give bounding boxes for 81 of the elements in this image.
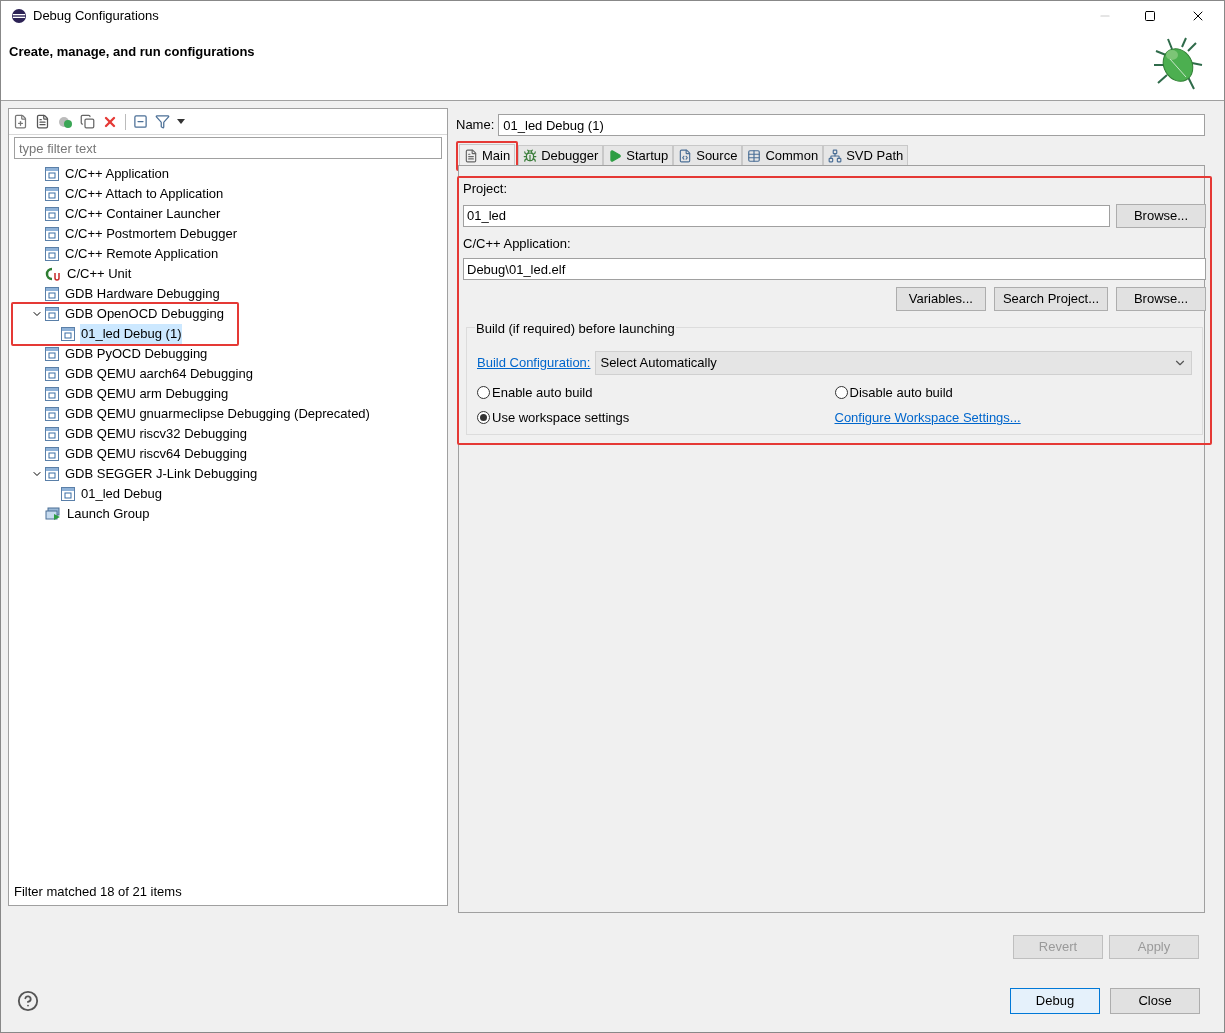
build-configuration-select[interactable]: Select Automatically xyxy=(595,350,1192,375)
bug-icon xyxy=(523,148,538,163)
tab[interactable]: Common xyxy=(742,145,824,165)
unit-test-icon xyxy=(45,267,61,281)
dropdown-caret-icon[interactable] xyxy=(177,119,185,124)
build-configuration-link[interactable]: Build Configuration: xyxy=(477,352,591,373)
config-icon xyxy=(61,487,75,501)
filter-status: Filter matched 18 of 21 items xyxy=(13,882,183,901)
application-field[interactable]: Debug\01_led.elf xyxy=(463,258,1206,280)
document-icon xyxy=(464,148,478,163)
tree-item[interactable]: GDB QEMU aarch64 Debugging xyxy=(64,364,254,384)
config-icon xyxy=(45,187,59,201)
table-icon xyxy=(747,148,762,163)
tree-item[interactable]: GDB SEGGER J-Link Debugging xyxy=(64,464,259,484)
config-icon xyxy=(61,327,75,341)
tree-item[interactable]: 01_led Debug xyxy=(80,484,163,504)
maximize-icon[interactable] xyxy=(1144,10,1156,22)
tree-item[interactable]: GDB QEMU arm Debugging xyxy=(64,384,230,404)
dialog-button[interactable]: Debug xyxy=(1010,988,1100,1014)
new-file-icon[interactable] xyxy=(13,114,28,129)
dialog-button[interactable]: Browse... xyxy=(1116,287,1206,311)
config-icon xyxy=(45,447,59,461)
tree-item[interactable]: C/C++ Remote Application xyxy=(64,244,220,264)
radio-label[interactable]: Disable auto build xyxy=(849,382,953,402)
duplicate-icon[interactable] xyxy=(80,114,95,129)
config-icon xyxy=(45,207,59,221)
tree-item[interactable]: GDB QEMU riscv64 Debugging xyxy=(64,444,249,464)
config-icon xyxy=(45,307,59,321)
tab[interactable]: Startup xyxy=(603,145,674,165)
name-field[interactable]: 01_led Debug (1) xyxy=(498,114,1205,136)
config-icon xyxy=(45,167,59,181)
source-icon xyxy=(678,148,693,163)
application-label: C/C++ Application: xyxy=(463,234,572,253)
config-icon xyxy=(45,247,59,261)
dialog-subtitle: Create, manage, and run configurations xyxy=(9,43,255,61)
tab[interactable]: Source xyxy=(673,145,743,165)
tree-item[interactable]: C/C++ Postmortem Debugger xyxy=(64,224,238,244)
tree-item[interactable]: GDB QEMU riscv32 Debugging xyxy=(64,424,249,444)
tree-item[interactable]: GDB OpenOCD Debugging xyxy=(64,304,225,324)
tree-item[interactable]: GDB Hardware Debugging xyxy=(64,284,221,304)
eclipse-logo-icon xyxy=(11,8,27,24)
play-icon xyxy=(608,148,623,163)
radio-label[interactable]: Use workspace settings xyxy=(492,408,630,428)
collapse-all-icon[interactable] xyxy=(133,114,148,129)
radio-button[interactable] xyxy=(477,385,490,399)
tab[interactable]: Main xyxy=(459,144,516,166)
dialog-button[interactable]: Close xyxy=(1110,988,1200,1014)
help-icon[interactable] xyxy=(17,990,39,1012)
radio-label[interactable]: Enable auto build xyxy=(492,382,593,402)
configure-workspace-link[interactable]: Configure Workspace Settings... xyxy=(834,408,1192,428)
dialog-button[interactable]: Variables... xyxy=(895,287,986,311)
tree-item[interactable]: Launch Group xyxy=(66,504,151,524)
config-icon xyxy=(45,367,59,381)
config-icon xyxy=(45,467,59,481)
config-icon xyxy=(45,407,59,421)
tree-item[interactable]: GDB QEMU gnuarmeclipse Debugging (Deprecated) xyxy=(64,404,371,424)
config-icon xyxy=(45,427,59,441)
tab[interactable]: SVD Path xyxy=(823,145,909,165)
tab[interactable]: Debugger xyxy=(518,145,604,165)
tree-item[interactable]: C/C++ Attach to Application xyxy=(64,184,225,204)
tree-item[interactable]: 01_led Debug (1) xyxy=(80,324,183,344)
tree-structure-icon xyxy=(828,148,843,163)
config-icon xyxy=(45,287,59,301)
project-field[interactable]: 01_led xyxy=(463,204,1110,227)
tree-item[interactable]: C/C++ Application xyxy=(64,164,171,184)
tree-item[interactable]: C/C++ Container Launcher xyxy=(64,204,222,224)
dialog-button[interactable]: Browse... xyxy=(1116,203,1206,228)
config-icon xyxy=(45,227,59,241)
dialog-button[interactable]: Search Project... xyxy=(993,287,1108,311)
filter-field[interactable]: type filter text xyxy=(14,137,442,159)
window-title: Debug Configurations xyxy=(33,7,159,26)
filter-icon[interactable] xyxy=(155,114,170,129)
tree-item[interactable]: C/C++ Unit xyxy=(66,264,133,284)
config-icon xyxy=(45,347,59,361)
radio-button[interactable] xyxy=(477,411,490,425)
project-label: Project: xyxy=(463,180,509,198)
config-icon xyxy=(45,387,59,401)
tree-item[interactable]: GDB PyOCD Debugging xyxy=(64,344,209,364)
radio-button[interactable] xyxy=(834,385,848,399)
launch-group-icon xyxy=(45,507,61,521)
name-label: Name: xyxy=(456,116,495,135)
